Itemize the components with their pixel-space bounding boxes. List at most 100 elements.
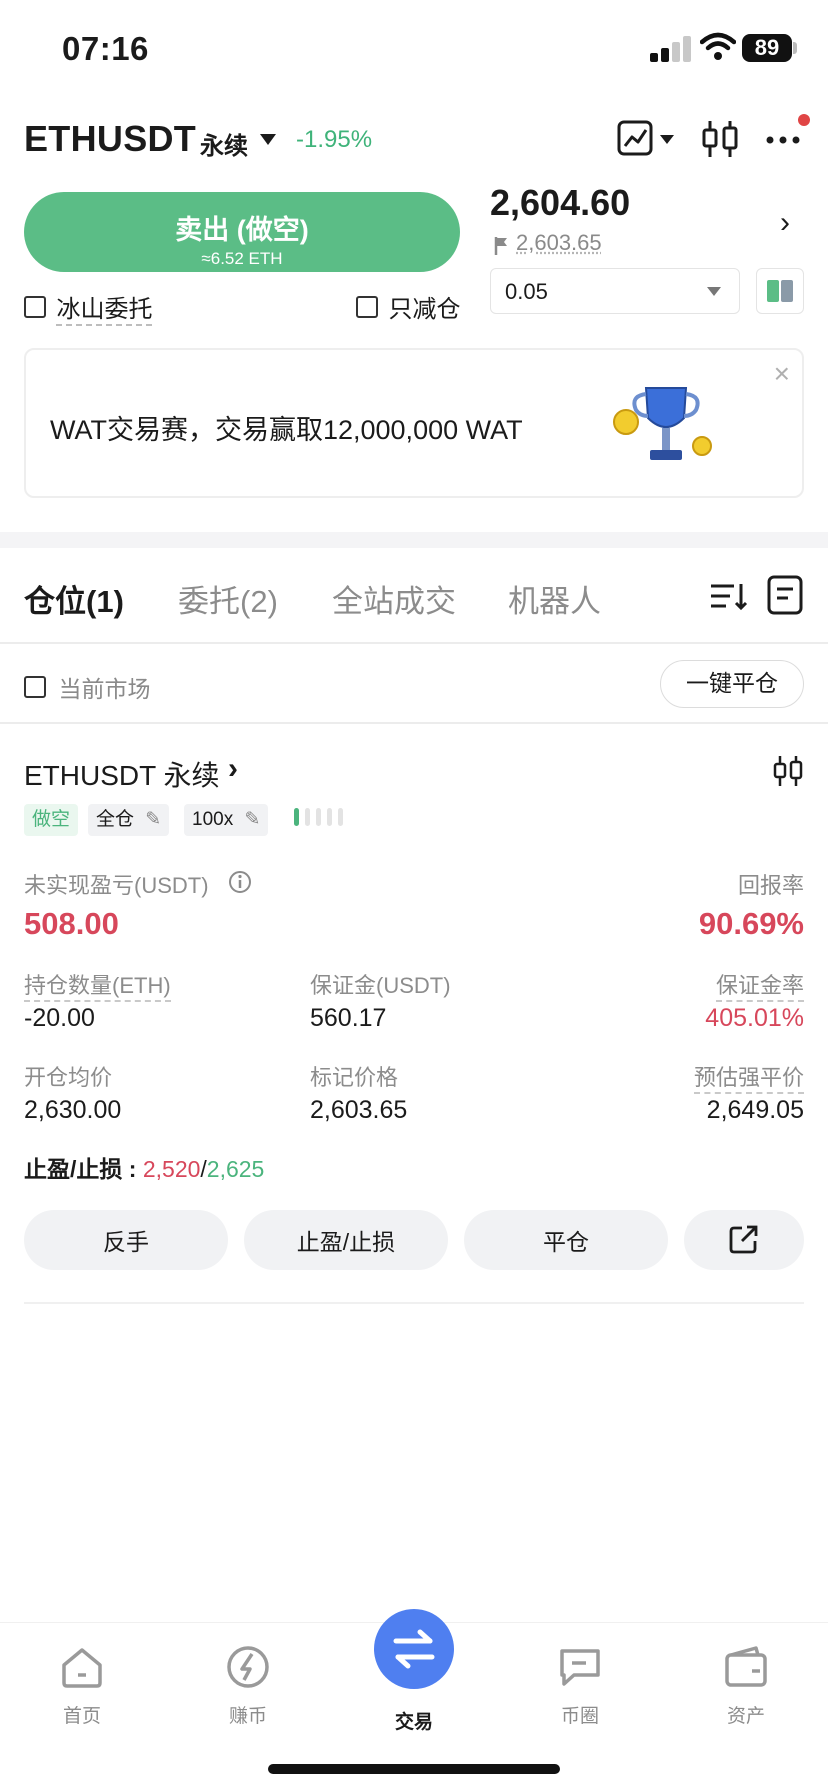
iceberg-checkbox[interactable] bbox=[24, 295, 46, 318]
entry-price-value: 2,630.00 bbox=[24, 1096, 122, 1124]
reduce-only-label: 只减仓 bbox=[388, 296, 461, 323]
symbol-title[interactable]: ETHUSDT bbox=[24, 118, 196, 160]
nav-earn[interactable]: 赚币 bbox=[198, 1643, 298, 1728]
caret-down-icon bbox=[707, 287, 721, 296]
trophy-icon bbox=[613, 387, 712, 460]
tab-positions[interactable]: 仓位(1) bbox=[24, 576, 124, 621]
take-profit-value: 2,520 bbox=[142, 1156, 201, 1182]
reduce-only-option[interactable]: 只减仓 bbox=[356, 289, 460, 324]
nav-home-label: 首页 bbox=[62, 1706, 101, 1727]
candlestick-icon[interactable] bbox=[772, 754, 804, 788]
reduce-only-checkbox[interactable] bbox=[356, 295, 378, 318]
current-market-filter[interactable]: 当前市场 bbox=[24, 670, 150, 704]
close-icon[interactable]: × bbox=[774, 358, 790, 390]
nav-community-label: 币圈 bbox=[560, 1706, 599, 1727]
section-gap bbox=[0, 532, 828, 548]
swap-arrows-icon bbox=[393, 1629, 435, 1669]
caret-down-icon[interactable] bbox=[260, 134, 276, 145]
liq-price-value: 2,649.05 bbox=[706, 1096, 804, 1124]
leverage-tag[interactable]: 100x ✎ bbox=[184, 804, 269, 836]
nav-trade[interactable]: 交易 bbox=[364, 1707, 464, 1734]
tpsl-button[interactable]: 止盈/止损 bbox=[244, 1210, 448, 1270]
tab-all-trades[interactable]: 全站成交 bbox=[332, 576, 456, 621]
roe-value: 90.69% bbox=[698, 906, 804, 941]
risk-level-bars bbox=[294, 806, 346, 832]
status-time: 07:16 bbox=[62, 30, 149, 67]
size-label: 持仓数量(ETH) bbox=[24, 968, 171, 1002]
iceberg-label: 冰山委托 bbox=[56, 296, 153, 326]
size-value: -20.00 bbox=[24, 1004, 95, 1032]
margin-label: 保证金(USDT) bbox=[310, 973, 451, 998]
edit-icon[interactable]: ✎ bbox=[145, 809, 161, 830]
earn-coin-icon bbox=[227, 1646, 269, 1688]
margin-ratio-label: 保证金率 bbox=[715, 968, 804, 1002]
side-tag: 做空 bbox=[24, 804, 79, 836]
tpsl-summary: 止盈/止损 : 2,520/2,625 bbox=[24, 1156, 265, 1182]
tab-divider bbox=[0, 642, 828, 644]
margin-mode: 全仓 bbox=[96, 809, 135, 830]
sort-icon[interactable] bbox=[708, 578, 748, 614]
chevron-right-icon[interactable]: › bbox=[228, 752, 238, 786]
home-indicator bbox=[268, 1764, 560, 1774]
stop-loss-value: 2,625 bbox=[206, 1156, 265, 1182]
candlestick-icon[interactable] bbox=[700, 118, 740, 160]
cellular-signal-icon bbox=[650, 36, 692, 62]
share-button[interactable] bbox=[684, 1210, 804, 1270]
mark-price-label: 标记价格 bbox=[310, 1065, 399, 1090]
share-icon bbox=[729, 1225, 758, 1254]
current-market-label: 当前市场 bbox=[58, 676, 151, 702]
liq-price-label: 预估强平价 bbox=[693, 1060, 804, 1094]
battery-indicator: 89 bbox=[742, 34, 792, 62]
flag-icon bbox=[494, 237, 507, 255]
chat-bubble-icon bbox=[560, 1649, 600, 1686]
current-market-checkbox[interactable] bbox=[24, 676, 46, 698]
close-position-button[interactable]: 平仓 bbox=[464, 1210, 668, 1270]
tpsl-label: 止盈/止损 : bbox=[24, 1156, 143, 1182]
unrealized-pnl-label: 未实现盈亏(USDT) bbox=[24, 873, 209, 898]
nav-assets[interactable]: 资产 bbox=[696, 1643, 796, 1728]
mark-price: 2,603.65 bbox=[516, 230, 602, 255]
battery-tip bbox=[793, 42, 797, 54]
close-all-button[interactable]: 一键平仓 bbox=[660, 660, 804, 708]
margin-value: 560.17 bbox=[310, 1004, 387, 1032]
sell-label: 卖出 (做空) bbox=[175, 214, 309, 245]
promo-banner[interactable]: WAT交易赛，交易赢取12,000,000 WAT × bbox=[24, 348, 804, 498]
sell-size: ≈6.52 ETH bbox=[201, 248, 283, 268]
tab-bots[interactable]: 机器人 bbox=[508, 576, 601, 621]
banner-text: WAT交易赛，交易赢取12,000,000 WAT bbox=[50, 415, 523, 445]
iceberg-option[interactable]: 冰山委托 bbox=[24, 289, 153, 326]
nav-community[interactable]: 币圈 bbox=[530, 1643, 630, 1728]
nav-assets-label: 资产 bbox=[726, 1706, 765, 1727]
wifi-icon bbox=[700, 32, 736, 60]
price-change: -1.95% bbox=[296, 126, 373, 153]
margin-mode-tag[interactable]: 全仓 ✎ bbox=[88, 804, 170, 836]
orderbook-layout-button[interactable] bbox=[756, 268, 804, 314]
sell-short-button[interactable]: 卖出 (做空) ≈6.52 ETH bbox=[24, 192, 460, 272]
reverse-button[interactable]: 反手 bbox=[24, 1210, 228, 1270]
chevron-right-icon[interactable]: › bbox=[780, 206, 790, 240]
home-icon bbox=[62, 1648, 102, 1688]
margin-ratio-value: 405.01% bbox=[705, 1004, 804, 1032]
leverage: 100x bbox=[192, 809, 234, 830]
quantity-select[interactable]: 0.05 bbox=[490, 268, 740, 314]
position-title[interactable]: ETHUSDT 永续 bbox=[24, 754, 220, 794]
history-document-icon[interactable] bbox=[766, 574, 804, 616]
nav-earn-label: 赚币 bbox=[228, 1706, 267, 1727]
mark-price-value: 2,603.65 bbox=[310, 1096, 408, 1124]
contract-type[interactable]: 永续 bbox=[200, 126, 248, 161]
last-price: 2,604.60 bbox=[490, 182, 631, 223]
card-divider bbox=[24, 1302, 804, 1304]
nav-home[interactable]: 首页 bbox=[32, 1643, 132, 1728]
wallet-icon bbox=[725, 1646, 767, 1687]
entry-price-label: 开仓均价 bbox=[24, 1065, 113, 1090]
section-divider bbox=[0, 722, 828, 724]
edit-icon[interactable]: ✎ bbox=[244, 809, 260, 830]
chart-toggle-icon[interactable] bbox=[616, 118, 678, 160]
tab-orders[interactable]: 委托(2) bbox=[178, 576, 278, 621]
nav-trade-label: 交易 bbox=[394, 1712, 433, 1733]
info-icon[interactable] bbox=[228, 870, 252, 894]
more-menu-icon[interactable] bbox=[764, 118, 804, 160]
nav-trade-button[interactable] bbox=[374, 1609, 454, 1689]
quantity-value: 0.05 bbox=[505, 279, 548, 304]
unrealized-pnl-value: 508.00 bbox=[24, 906, 119, 941]
